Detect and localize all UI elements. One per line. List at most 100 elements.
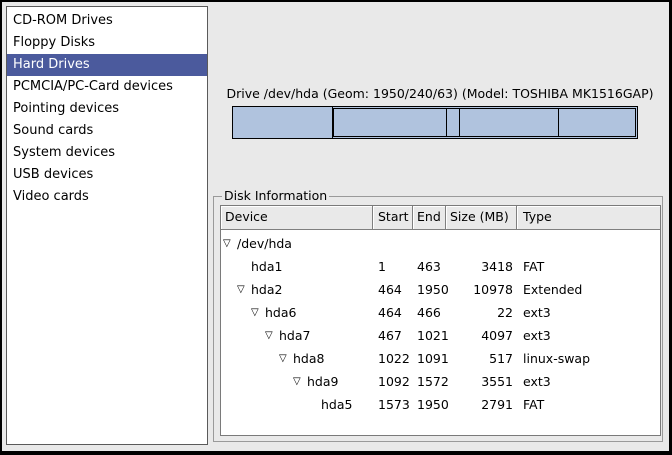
device-name: /dev/hda xyxy=(237,232,292,255)
cell-device: ▽ hda9 xyxy=(221,370,373,393)
table-row[interactable]: ▽ /dev/hda xyxy=(221,232,660,255)
cell-size: 517 xyxy=(446,347,517,370)
sidebar-item-label: Video cards xyxy=(13,189,89,204)
disk-information-label: Disk Information xyxy=(222,188,329,203)
device-category-list: CD-ROM Drives Floppy Disks Hard Drives P… xyxy=(6,6,208,445)
tree-indent xyxy=(221,381,293,382)
cell-size: 22 xyxy=(446,301,517,324)
tree-indent xyxy=(221,312,251,313)
expander-open-icon[interactable]: ▽ xyxy=(293,370,307,393)
cell-size: 3551 xyxy=(446,370,517,393)
sidebar-item-label: USB devices xyxy=(13,167,93,182)
expander-open-icon[interactable]: ▽ xyxy=(223,232,237,255)
cell-end: 1950 xyxy=(413,393,446,416)
sidebar-item[interactable]: Video cards xyxy=(7,186,207,208)
partition-bar xyxy=(232,106,638,139)
table-row[interactable]: ▽ hda6 464 466 22 ext3 xyxy=(221,301,660,324)
cell-end: 1950 xyxy=(413,278,446,301)
cell-size xyxy=(446,232,517,255)
tree-indent xyxy=(221,289,237,290)
sidebar-item[interactable]: CD-ROM Drives xyxy=(7,10,207,32)
table-row[interactable]: hda5 1573 1950 2791 FAT xyxy=(221,393,660,416)
cell-device: hda1 xyxy=(221,255,373,278)
column-header[interactable]: Size (MB) xyxy=(446,206,517,230)
device-name: hda1 xyxy=(251,255,282,278)
cell-type: linux-swap xyxy=(517,347,660,370)
table-row[interactable]: ▽ hda9 1092 1572 3551 ext3 xyxy=(221,370,660,393)
partition-segment-primary xyxy=(233,107,333,138)
partition-segment-logical xyxy=(447,109,461,136)
sidebar-item-label: Hard Drives xyxy=(13,57,90,72)
cell-size: 3418 xyxy=(446,255,517,278)
expander-open-icon[interactable]: ▽ xyxy=(251,301,265,324)
table-row[interactable]: hda1 1 463 3418 FAT xyxy=(221,255,660,278)
cell-device: ▽ hda6 xyxy=(221,301,373,324)
column-header[interactable]: Device xyxy=(221,206,373,230)
cell-type: ext3 xyxy=(517,370,660,393)
column-header[interactable]: Start xyxy=(373,206,413,230)
cell-start: 1022 xyxy=(373,347,413,370)
table-row[interactable]: ▽ hda2 464 1950 10978 Extended xyxy=(221,278,660,301)
cell-type: Extended xyxy=(517,278,660,301)
cell-start: 1573 xyxy=(373,393,413,416)
table-body: ▽ /dev/hda hda1 1 463 3418 FAT ▽ hda2 46… xyxy=(221,230,660,435)
tree-indent xyxy=(221,404,307,405)
table-header-row: DeviceStartEndSize (MB)Type xyxy=(221,206,660,230)
sidebar-item-label: Sound cards xyxy=(13,123,93,138)
cell-device: ▽ hda7 xyxy=(221,324,373,347)
cell-type: ext3 xyxy=(517,301,660,324)
device-name: hda2 xyxy=(251,278,282,301)
drive-geometry-label: Drive /dev/hda (Geom: 1950/240/63) (Mode… xyxy=(215,86,665,101)
cell-type: ext3 xyxy=(517,324,660,347)
column-header[interactable]: End xyxy=(413,206,446,230)
expander-open-icon[interactable]: ▽ xyxy=(279,347,293,370)
sidebar-item[interactable]: PCMCIA/PC-Card devices xyxy=(7,76,207,98)
cell-start: 464 xyxy=(373,278,413,301)
table-row[interactable]: ▽ hda7 467 1021 4097 ext3 xyxy=(221,324,660,347)
tree-indent xyxy=(221,335,265,336)
device-name: hda6 xyxy=(265,301,296,324)
sidebar-item[interactable]: Pointing devices xyxy=(7,98,207,120)
sidebar-item[interactable]: USB devices xyxy=(7,164,207,186)
device-name: hda5 xyxy=(321,393,352,416)
cell-type: FAT xyxy=(517,255,660,278)
sidebar-item-label: System devices xyxy=(13,145,115,160)
column-header[interactable]: Type xyxy=(517,206,660,230)
tree-indent xyxy=(221,266,237,267)
device-name: hda7 xyxy=(279,324,310,347)
expander-open-icon[interactable]: ▽ xyxy=(237,278,251,301)
sidebar-item[interactable]: Hard Drives xyxy=(7,54,207,76)
sidebar-item-label: PCMCIA/PC-Card devices xyxy=(13,79,173,94)
cell-end: 1572 xyxy=(413,370,446,393)
sidebar-item[interactable]: Floppy Disks xyxy=(7,32,207,54)
sidebar-item[interactable]: System devices xyxy=(7,142,207,164)
partition-segment-logical xyxy=(334,109,447,136)
sidebar-item[interactable]: Sound cards xyxy=(7,120,207,142)
cell-size: 4097 xyxy=(446,324,517,347)
hardware-browser-window: CD-ROM Drives Floppy Disks Hard Drives P… xyxy=(0,0,672,455)
partition-segment-logical xyxy=(559,109,635,136)
cell-start: 464 xyxy=(373,301,413,324)
sidebar-item-label: CD-ROM Drives xyxy=(13,13,113,28)
cell-type xyxy=(517,232,660,255)
disk-information-table: DeviceStartEndSize (MB)Type ▽ /dev/hda h… xyxy=(220,205,661,436)
cell-end: 463 xyxy=(413,255,446,278)
table-row[interactable]: ▽ hda8 1022 1091 517 linux-swap xyxy=(221,347,660,370)
sidebar-item-label: Floppy Disks xyxy=(13,35,95,50)
cell-end: 466 xyxy=(413,301,446,324)
expander-open-icon[interactable]: ▽ xyxy=(265,324,279,347)
cell-device: ▽ hda8 xyxy=(221,347,373,370)
partition-segment-logical xyxy=(460,109,559,136)
cell-end: 1021 xyxy=(413,324,446,347)
tree-indent xyxy=(221,358,279,359)
cell-start: 467 xyxy=(373,324,413,347)
sidebar-item-label: Pointing devices xyxy=(13,101,119,116)
device-name: hda9 xyxy=(307,370,338,393)
cell-device: ▽ /dev/hda xyxy=(221,232,373,255)
cell-end xyxy=(413,232,446,255)
cell-end: 1091 xyxy=(413,347,446,370)
cell-device: ▽ hda2 xyxy=(221,278,373,301)
cell-start: 1092 xyxy=(373,370,413,393)
cell-start: 1 xyxy=(373,255,413,278)
partition-segment-extended xyxy=(333,108,636,137)
